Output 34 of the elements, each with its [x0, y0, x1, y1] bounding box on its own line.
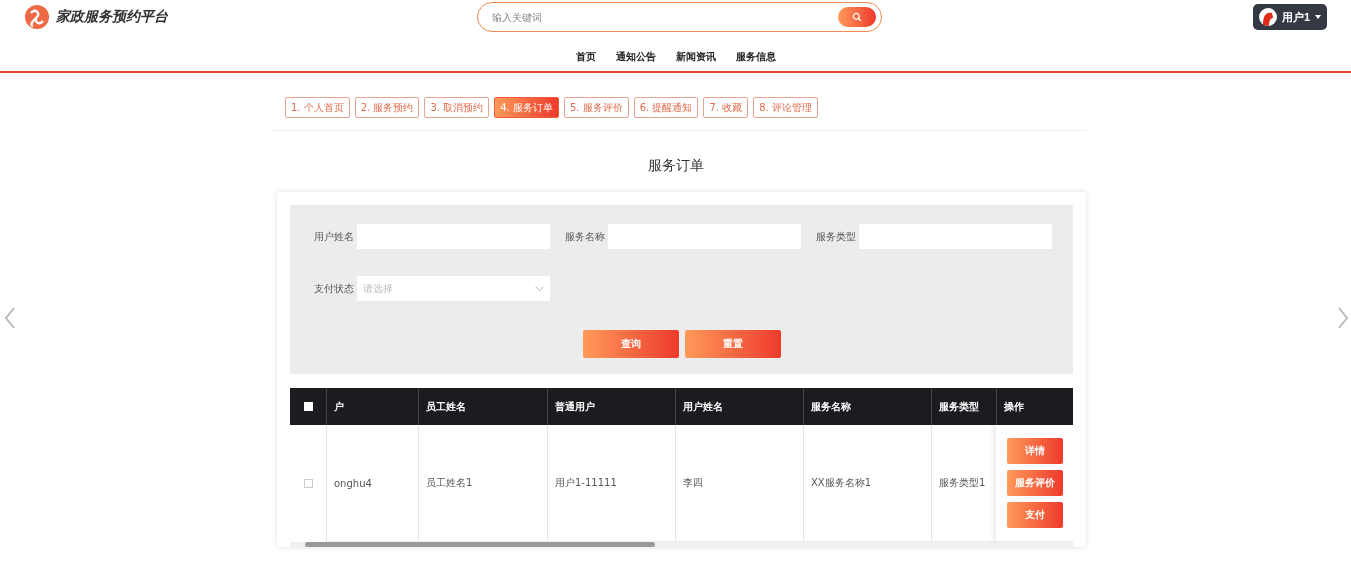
caret-icon: [1315, 15, 1321, 19]
center-tab[interactable]: 7. 收藏: [703, 97, 749, 118]
search-field[interactable]: 输入关键词: [490, 10, 838, 24]
center-tab[interactable]: 6. 提醒通知: [633, 97, 699, 118]
select-field[interactable]: 请选择: [357, 276, 550, 301]
row-checkbox[interactable]: [303, 479, 313, 488]
action-button[interactable]: 支付: [1006, 502, 1063, 528]
chevron-down-icon: [535, 286, 544, 291]
page-title: 服务订单: [646, 157, 705, 175]
search-icon: [852, 12, 862, 22]
user-menu-button[interactable]: 用户1: [1252, 4, 1327, 30]
nav-link[interactable]: 首页: [575, 50, 596, 64]
center-tab[interactable]: 4. 服务订单: [494, 97, 559, 118]
center-tab[interactable]: 5. 服务评价: [563, 97, 629, 118]
action-button[interactable]: 服务评价: [1006, 470, 1063, 496]
nav-link[interactable]: 新闻资讯: [675, 50, 716, 64]
logo-icon: [24, 4, 50, 30]
center-tab[interactable]: 3. 取消预约: [424, 97, 490, 118]
action-button[interactable]: 详情: [1006, 438, 1063, 464]
chevron-right-icon[interactable]: [1337, 306, 1349, 330]
reset-button[interactable]: 重置: [684, 330, 781, 358]
center-tab[interactable]: 2. 服务预约: [354, 97, 420, 118]
site-title: 家政服务预约平台: [56, 8, 168, 26]
nav-link[interactable]: 服务信息: [735, 50, 776, 64]
query-button[interactable]: 查询: [582, 330, 679, 358]
select-all-checkbox[interactable]: [303, 402, 313, 411]
center-tab[interactable]: 1. 个人首页: [285, 97, 350, 118]
scrollbar-thumb[interactable]: [305, 542, 655, 547]
search-button[interactable]: [838, 7, 876, 27]
scrollbar-track[interactable]: [290, 542, 1073, 547]
chevron-left-icon[interactable]: [4, 306, 16, 330]
center-tab[interactable]: 8. 评论管理: [753, 97, 818, 118]
nav-link[interactable]: 通知公告: [615, 50, 656, 64]
avatar-icon: [1258, 8, 1277, 26]
